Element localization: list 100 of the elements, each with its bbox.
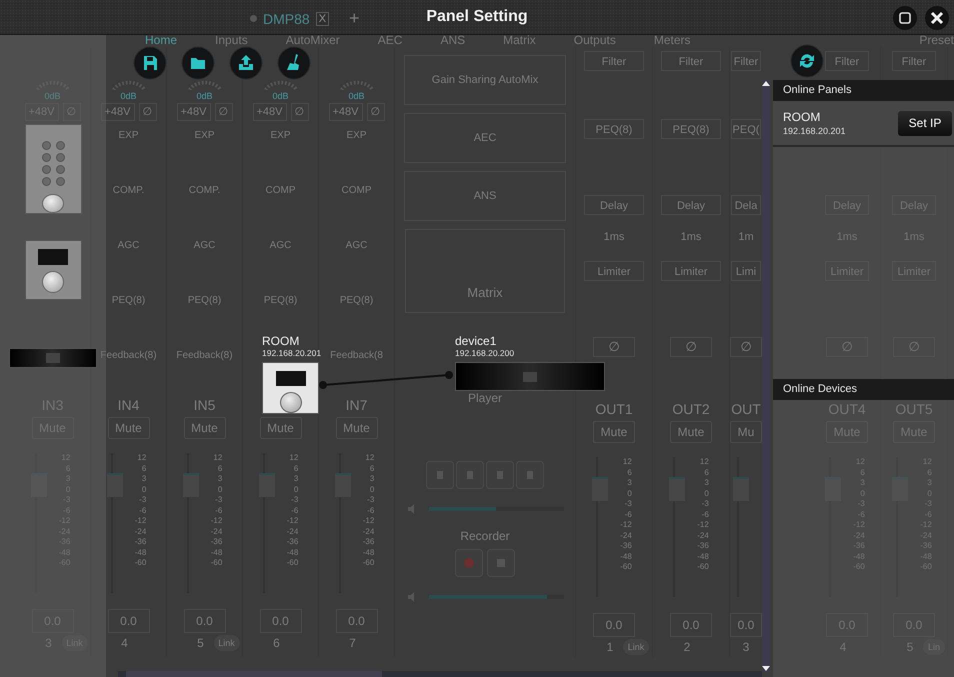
limiter-button[interactable]: Limiter (584, 261, 644, 281)
module-button[interactable]: AGC (270, 235, 292, 257)
mute-button[interactable]: Mute (336, 417, 378, 439)
phantom-power-button[interactable]: +48V (100, 103, 134, 121)
rack-device-drawing[interactable] (9, 348, 97, 368)
module-button[interactable]: AGC (194, 235, 216, 257)
document-tab[interactable]: DMP88 (263, 10, 310, 26)
tab-close-button[interactable]: X (316, 12, 330, 26)
maximize-button[interactable] (892, 5, 918, 31)
horizontal-scrollbar[interactable] (118, 671, 762, 677)
mute-button[interactable]: Mute (593, 421, 635, 443)
tab[interactable]: Inputs (215, 35, 248, 47)
limiter-button[interactable]: Limiter (661, 261, 721, 281)
module-button[interactable]: Feedback(8) (176, 345, 233, 367)
module-button[interactable]: ANS (404, 171, 566, 221)
module-button[interactable]: AEC (404, 113, 566, 163)
record-button-icon[interactable] (455, 549, 483, 577)
phase-button[interactable]: ∅ (138, 103, 156, 121)
module-button[interactable]: EXP (270, 125, 290, 147)
transport-button-icon[interactable] (426, 461, 454, 489)
transport-button-icon[interactable] (486, 461, 514, 489)
mute-button[interactable]: Mute (260, 417, 302, 439)
gain-value-field[interactable]: 0.0 (730, 613, 762, 637)
phase-button[interactable]: ∅ (730, 337, 762, 357)
delay-button[interactable]: Delay (661, 195, 721, 215)
tab[interactable]: ANS (440, 35, 466, 47)
tab[interactable]: AEC (378, 35, 402, 47)
phase-button[interactable]: ∅ (290, 103, 308, 121)
module-button[interactable]: AGC (118, 235, 140, 257)
tab[interactable]: Outputs (574, 35, 616, 47)
vertical-scrollbar[interactable] (762, 80, 770, 672)
filter-button[interactable]: Filter (892, 51, 936, 71)
filter-button[interactable]: Filter (825, 51, 869, 71)
phase-button[interactable]: ∅ (893, 337, 935, 357)
gain-value-field[interactable]: 0.0 (336, 609, 378, 633)
rack-device-drawing[interactable] (455, 362, 605, 391)
display-panel-drawing[interactable] (262, 362, 319, 414)
gain-value-field[interactable]: 0.0 (670, 613, 712, 637)
set-ip-button[interactable]: Set IP (898, 110, 952, 136)
module-button[interactable]: PEQ(8) (188, 290, 222, 312)
phase-button[interactable]: ∅ (366, 103, 384, 121)
gain-value-field[interactable]: 0.0 (108, 609, 150, 633)
keypad-panel-drawing[interactable] (24, 124, 82, 214)
module-button[interactable]: COMP (266, 180, 296, 202)
gain-value-field[interactable]: 0.0 (593, 613, 635, 637)
peq-button[interactable]: PEQ(8) (584, 119, 644, 139)
module-button[interactable]: EXP (118, 125, 138, 147)
link-button[interactable]: Link (214, 635, 240, 651)
module-button[interactable]: Gain Sharing AutoMix (404, 55, 566, 105)
module-button[interactable]: AGC (346, 235, 368, 257)
filter-button[interactable]: Filter (584, 51, 644, 71)
phase-button[interactable]: ∅ (826, 337, 868, 357)
close-button[interactable] (924, 5, 950, 31)
tab[interactable]: Preset (919, 35, 954, 47)
phase-button[interactable]: ∅ (670, 337, 712, 357)
peq-button[interactable]: PEQ( (731, 119, 761, 139)
display-panel-drawing[interactable] (24, 240, 82, 300)
phantom-power-button[interactable]: +48V (252, 103, 286, 121)
tab[interactable]: AutoMixer (286, 35, 340, 47)
module-button[interactable]: COMP (342, 180, 372, 202)
phantom-power-button[interactable]: +48V (328, 103, 362, 121)
phase-button[interactable]: ∅ (593, 337, 635, 357)
phantom-power-button[interactable]: +48V (176, 103, 210, 121)
phase-button[interactable]: ∅ (214, 103, 232, 121)
module-button[interactable]: EXP (194, 125, 214, 147)
tab[interactable]: Matrix (503, 35, 536, 47)
transport-button-icon[interactable] (456, 461, 484, 489)
tab[interactable]: Meters (654, 35, 691, 47)
gain-value-field[interactable]: 0.0 (184, 609, 226, 633)
delay-button[interactable]: Delay (584, 195, 644, 215)
module-button[interactable]: PEQ(8) (112, 290, 146, 312)
upload-icon[interactable] (229, 46, 263, 80)
module-button[interactable]: PEQ(8) (264, 290, 298, 312)
module-button[interactable]: COMP. (112, 180, 144, 202)
refresh-icon[interactable] (790, 44, 824, 78)
limiter-button[interactable]: Limi (731, 261, 761, 281)
stop-button-icon[interactable] (487, 549, 515, 577)
module-button[interactable]: Feedback(8) (100, 345, 157, 367)
matrix-button[interactable]: Matrix (405, 229, 565, 313)
mute-button[interactable]: Mute (184, 417, 226, 439)
mute-button[interactable]: Mu (730, 421, 762, 443)
module-button[interactable]: COMP. (188, 180, 220, 202)
filter-button[interactable]: Filter (661, 51, 721, 71)
filter-button[interactable]: Filter (731, 51, 761, 71)
mute-button[interactable]: Mute (108, 417, 150, 439)
broom-icon[interactable] (277, 46, 311, 80)
mute-button[interactable]: Mute (670, 421, 712, 443)
delay-button[interactable]: Dela (731, 195, 761, 215)
peq-button[interactable]: PEQ(8) (661, 119, 721, 139)
folder-icon[interactable] (181, 46, 215, 80)
add-tab-button[interactable]: + (349, 8, 360, 29)
save-icon[interactable] (133, 46, 167, 80)
module-button[interactable]: PEQ(8) (340, 290, 374, 312)
transport-button-icon[interactable] (516, 461, 544, 489)
module-button[interactable]: EXP (346, 125, 366, 147)
gain-value-field[interactable]: 0.0 (260, 609, 302, 633)
tab[interactable]: Home (145, 35, 178, 47)
link-button[interactable]: Link (623, 639, 649, 655)
phase-button[interactable]: ∅ (62, 103, 80, 121)
module-button[interactable]: Feedback(8 (330, 345, 383, 367)
